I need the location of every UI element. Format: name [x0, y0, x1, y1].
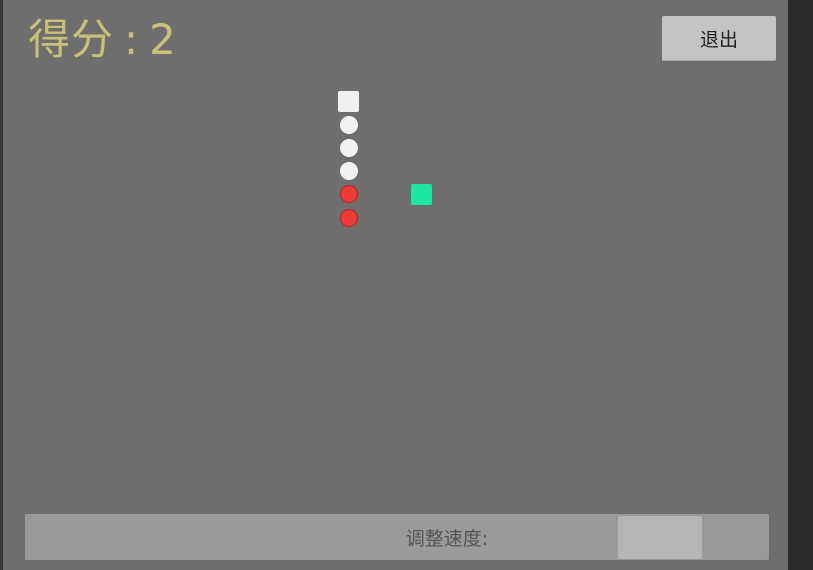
- snake-head: [338, 91, 359, 112]
- snake-body-segment: [339, 138, 358, 157]
- snake-body-segment: [339, 115, 358, 134]
- exit-button[interactable]: 退出: [662, 16, 776, 61]
- snake-body-segment: [339, 185, 358, 204]
- food-item: [410, 183, 432, 205]
- game-window: 得分:2 退出 调整速度:: [0, 0, 813, 570]
- score-display: 得分:2: [28, 14, 177, 66]
- snake-body-segment: [339, 208, 358, 227]
- score-separator: :: [124, 15, 140, 64]
- speed-slider-handle[interactable]: [618, 516, 702, 559]
- score-label: 得分: [28, 15, 115, 64]
- snake-body-segment: [339, 162, 358, 181]
- window-right-edge: [788, 0, 813, 570]
- score-value: 2: [149, 15, 177, 64]
- game-board: 得分:2 退出 调整速度:: [3, 0, 788, 570]
- speed-slider[interactable]: 调整速度:: [25, 514, 769, 560]
